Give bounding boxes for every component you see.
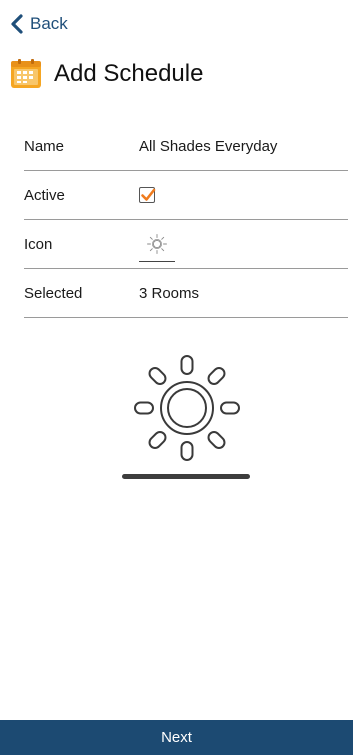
page-title: Add Schedule	[54, 60, 204, 87]
active-label: Active	[24, 186, 65, 204]
selected-label: Selected	[24, 284, 83, 302]
back-button[interactable]: Back	[10, 10, 68, 38]
sun-icon	[147, 234, 167, 254]
page-header: Add Schedule	[10, 56, 203, 92]
next-button[interactable]: Next	[0, 720, 353, 755]
app-screen: Back Add Schedule Name All Shades Everyd…	[0, 0, 353, 755]
checkmark-icon	[141, 188, 156, 201]
name-field[interactable]: All Shades Everyday	[139, 138, 277, 155]
selected-row[interactable]: Selected 3 Rooms	[24, 269, 348, 318]
selected-rooms-value[interactable]: 3 Rooms	[139, 285, 199, 302]
icon-row: Icon	[24, 220, 348, 269]
active-checkbox[interactable]	[139, 187, 156, 203]
schedule-form: Name All Shades Everyday Active Icon Sel…	[24, 122, 348, 318]
name-label: Name	[24, 137, 65, 155]
back-label: Back	[30, 14, 68, 33]
icon-preview-underline	[122, 474, 250, 479]
sun-icon	[134, 355, 240, 461]
name-row[interactable]: Name All Shades Everyday	[24, 122, 348, 171]
calendar-icon	[11, 59, 41, 88]
icon-picker[interactable]	[139, 230, 175, 262]
icon-label: Icon	[24, 235, 53, 253]
chevron-left-icon	[11, 14, 23, 34]
next-label: Next	[161, 729, 192, 746]
active-row: Active	[24, 171, 348, 220]
